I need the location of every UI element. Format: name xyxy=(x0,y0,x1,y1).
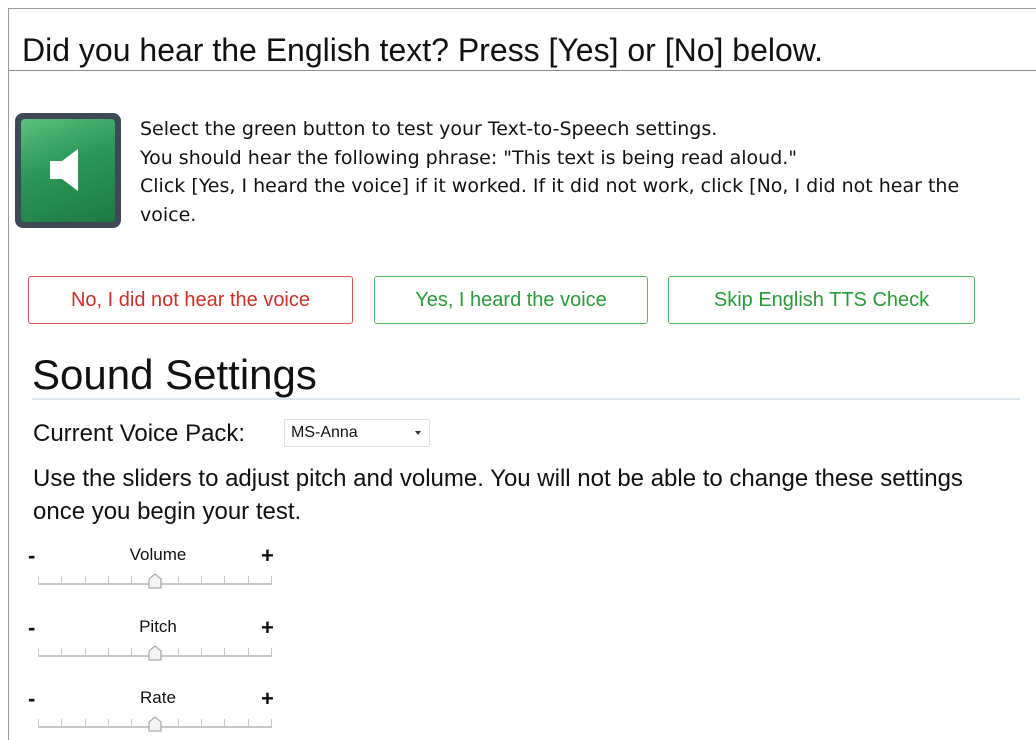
slider-tick xyxy=(271,576,272,583)
voice-pack-selected-value: MS-Anna xyxy=(291,424,358,441)
sound-settings-title: Sound Settings xyxy=(32,351,317,398)
tts-instructions: Select the green button to test your Tex… xyxy=(140,115,1010,229)
speaker-icon xyxy=(50,149,78,191)
slider-tick xyxy=(248,719,249,726)
volume-track[interactable] xyxy=(38,573,272,589)
rate-track[interactable] xyxy=(38,716,272,732)
slider-tick xyxy=(271,719,272,726)
slider-instructions: Use the sliders to adjust pitch and volu… xyxy=(33,465,963,525)
slider-tick xyxy=(178,648,179,655)
slider-tick xyxy=(201,648,202,655)
volume-label: Volume xyxy=(129,545,187,564)
slider-tick xyxy=(178,576,179,583)
voice-pack-select[interactable]: MS-Anna xyxy=(284,419,430,447)
slider-tick xyxy=(131,719,132,726)
rate-increase-button[interactable]: + xyxy=(261,688,274,710)
page-title: Did you hear the English text? Press [Ye… xyxy=(22,32,824,68)
volume-increase-button[interactable]: + xyxy=(261,545,274,567)
slider-tick xyxy=(38,576,39,583)
instruction-line: Select the green button to test your Tex… xyxy=(140,118,718,140)
slider-tick xyxy=(108,648,109,655)
slider-tick xyxy=(224,576,225,583)
no-did-not-hear-button[interactable]: No, I did not hear the voice xyxy=(28,276,353,324)
instruction-line: You should hear the following phrase: "T… xyxy=(140,146,798,169)
slider-tick xyxy=(85,576,86,583)
slider-tick xyxy=(85,648,86,655)
instruction-line: Click [Yes, I heard the voice] if it wor… xyxy=(140,175,960,226)
skip-tts-check-button[interactable]: Skip English TTS Check xyxy=(668,276,975,324)
slider-tick xyxy=(38,648,39,655)
slider-tick xyxy=(108,719,109,726)
rate-decrease-button[interactable]: - xyxy=(28,688,35,710)
slider-tick xyxy=(61,648,62,655)
volume-slider: - Volume + xyxy=(28,545,288,595)
volume-thumb[interactable] xyxy=(147,573,163,589)
rate-label: Rate xyxy=(140,688,176,707)
pitch-label: Pitch xyxy=(139,617,177,636)
slider-tick xyxy=(131,576,132,583)
slider-tick xyxy=(201,576,202,583)
chevron-down-icon xyxy=(415,431,421,435)
rate-slider: - Rate + xyxy=(28,688,288,738)
play-tts-button[interactable] xyxy=(15,113,121,228)
slider-tick xyxy=(85,719,86,726)
slider-tick xyxy=(248,576,249,583)
play-tts-button-face xyxy=(21,119,115,222)
title-divider xyxy=(9,70,1036,71)
slider-tick xyxy=(131,648,132,655)
slider-tick xyxy=(271,648,272,655)
slider-tick xyxy=(178,719,179,726)
voice-pack-label: Current Voice Pack: xyxy=(33,420,246,447)
pitch-thumb[interactable] xyxy=(147,645,163,661)
slider-tick xyxy=(201,719,202,726)
volume-decrease-button[interactable]: - xyxy=(28,545,35,567)
slider-tick xyxy=(38,719,39,726)
pitch-increase-button[interactable]: + xyxy=(261,617,274,639)
yes-heard-voice-button[interactable]: Yes, I heard the voice xyxy=(374,276,648,324)
pitch-track[interactable] xyxy=(38,645,272,661)
rate-thumb[interactable] xyxy=(147,716,163,732)
slider-tick xyxy=(108,576,109,583)
slider-tick xyxy=(61,576,62,583)
slider-tick xyxy=(224,719,225,726)
slider-tick xyxy=(61,719,62,726)
sound-settings-divider xyxy=(32,398,1020,400)
slider-tick xyxy=(224,648,225,655)
pitch-decrease-button[interactable]: - xyxy=(28,617,35,639)
pitch-slider: - Pitch + xyxy=(28,617,288,667)
slider-tick xyxy=(248,648,249,655)
